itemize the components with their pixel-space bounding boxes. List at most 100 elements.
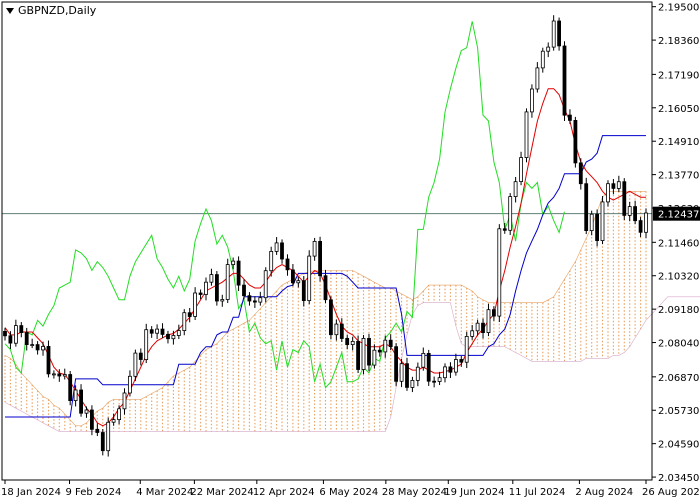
candle-body	[318, 240, 323, 277]
symbol-label: GBPNZD,Daily	[18, 4, 97, 17]
ichimoku-chart[interactable]: 2.19500 2.18360 2.17190 2.16050 2.14910 2.137…	[0, 0, 700, 500]
candle-body	[405, 363, 409, 388]
y-tick-label: 2.18360	[658, 36, 699, 47]
candle-body	[323, 275, 328, 301]
candle-body	[182, 312, 187, 332]
candle-body	[247, 295, 252, 302]
candle-body	[578, 162, 583, 185]
candle-body	[584, 183, 589, 231]
candle-body	[481, 322, 485, 334]
candle-body	[252, 300, 257, 303]
dropdown-triangle-icon[interactable]	[6, 7, 14, 14]
candle-body	[486, 309, 491, 334]
candle-body	[62, 374, 67, 377]
candle-body	[345, 337, 350, 345]
candle-body	[187, 312, 192, 317]
candle-body	[426, 352, 431, 382]
candle-body	[225, 264, 230, 300]
candle-body	[19, 325, 24, 334]
candle-body	[367, 337, 371, 366]
candle-body	[540, 50, 545, 69]
y-tick-label: 2.14910	[658, 137, 699, 148]
x-tick-label: 19 Jun 2024	[444, 487, 504, 498]
candle-body	[616, 181, 621, 189]
candle-body	[68, 374, 73, 402]
y-tick-label: 2.19500	[658, 3, 699, 14]
candle-body	[269, 250, 274, 272]
candle-body	[312, 240, 317, 257]
candle-body	[415, 366, 420, 381]
x-tick-label: 22 Mar 2024	[190, 487, 253, 498]
candle-body	[491, 309, 496, 317]
candle-body	[111, 419, 116, 423]
x-tick-label: 4 Mar 2024	[136, 487, 193, 498]
candle-body	[149, 329, 154, 334]
candle-body	[421, 352, 426, 368]
candle-body	[443, 366, 447, 379]
candle-body	[90, 409, 94, 430]
x-tick-label: 2 Aug 2024	[575, 487, 633, 498]
candle-body	[611, 183, 616, 189]
candle-body	[513, 181, 518, 197]
candle-body	[307, 255, 312, 302]
candle-body	[524, 111, 529, 159]
candle-body	[296, 280, 301, 284]
x-tick-label: 12 Apr 2024	[253, 487, 315, 498]
candle-body	[638, 220, 643, 233]
candle-body	[214, 274, 219, 302]
y-tick-label: 2.05730	[658, 406, 699, 417]
candle-body	[334, 323, 339, 336]
y-tick-label: 2.17190	[658, 70, 699, 81]
candle-body	[437, 377, 442, 382]
candle-body	[589, 213, 594, 231]
candle-body	[24, 332, 29, 346]
candle-body	[285, 258, 290, 271]
x-tick-label: 28 May 2024	[382, 487, 447, 498]
candle-body	[453, 359, 458, 373]
candle-body	[356, 340, 361, 370]
candle-body	[568, 114, 572, 121]
y-tick-label: 2.10320	[658, 272, 699, 283]
candle-body	[502, 228, 507, 231]
candle-body	[133, 352, 138, 377]
candle-body	[328, 299, 333, 336]
candle-body	[52, 373, 56, 376]
candle-body	[361, 337, 366, 370]
x-tick-label: 18 Jan 2024	[1, 487, 61, 498]
candle-body	[236, 260, 241, 286]
candle-body	[258, 297, 263, 303]
candle-body	[231, 260, 236, 266]
candle-body	[198, 292, 203, 295]
candle-body	[595, 213, 599, 241]
candle-body	[600, 201, 605, 241]
candle-body	[432, 380, 437, 383]
y-tick-label: 2.09180	[658, 305, 699, 316]
candle-body	[475, 322, 480, 332]
candle-body	[350, 340, 355, 345]
candle-body	[57, 373, 62, 377]
candle-body	[535, 67, 540, 90]
candle-body	[84, 409, 89, 414]
candle-body	[73, 389, 78, 402]
candle-body	[127, 375, 132, 394]
candle-body	[41, 345, 45, 351]
candle-body	[459, 359, 464, 363]
candle-body	[160, 328, 165, 335]
candle-body	[95, 428, 100, 433]
y-tick-label: 2.16050	[658, 104, 699, 115]
y-tick-label: 2.11460	[658, 238, 699, 249]
candle-body	[383, 339, 388, 353]
candle-body	[193, 292, 198, 317]
x-tick-label: 11 Jul 2024	[509, 487, 566, 498]
candle-body	[155, 328, 160, 334]
candle-body	[100, 432, 105, 452]
candle-body	[117, 408, 121, 420]
candle-body	[530, 88, 534, 113]
candle-body	[122, 392, 127, 410]
candle-body	[166, 333, 170, 340]
symbol-header[interactable]: GBPNZD,Daily	[6, 4, 96, 17]
candle-body	[301, 280, 306, 302]
candle-body	[46, 345, 51, 375]
candle-body	[372, 349, 377, 366]
candle-body	[622, 181, 627, 216]
